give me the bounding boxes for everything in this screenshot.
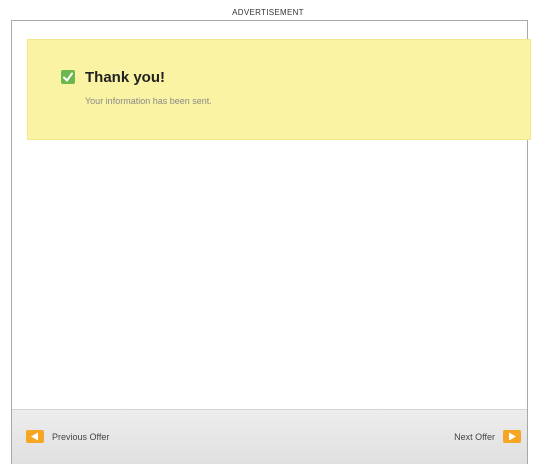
arrow-left-icon — [26, 430, 44, 443]
ad-frame: Thank you! Your information has been sen… — [11, 20, 531, 464]
confirmation-banner: Thank you! Your information has been sen… — [27, 39, 531, 140]
offer-navigation-bar: Previous Offer Next Offer — [12, 409, 527, 464]
previous-offer-button[interactable]: Previous Offer — [26, 430, 109, 443]
confirmation-message: Your information has been sent. — [85, 96, 212, 106]
previous-offer-label: Previous Offer — [52, 431, 110, 442]
confirmation-title: Thank you! — [85, 69, 166, 86]
next-offer-label: Next Offer — [454, 431, 495, 442]
checkbox-checked-icon — [61, 70, 75, 84]
next-offer-button[interactable]: Next Offer — [454, 430, 521, 443]
arrow-right-icon — [503, 430, 521, 443]
advertisement-label: ADVERTISEMENT — [232, 8, 304, 17]
